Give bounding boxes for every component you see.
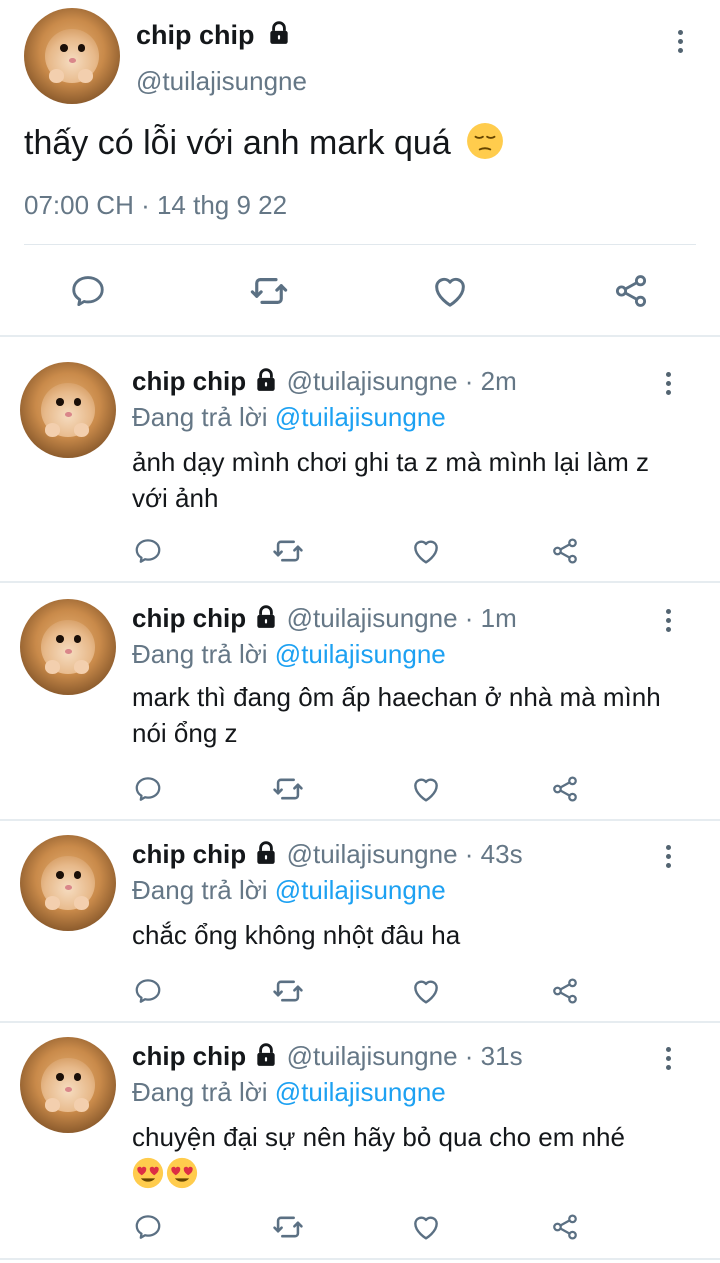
reply-icon[interactable] (69, 272, 107, 310)
mention-link[interactable]: @tuilajisungne (275, 402, 446, 432)
reply-avatar[interactable] (20, 1037, 116, 1133)
relative-time: · 43s (464, 839, 523, 869)
replying-label: Đang trả lời (132, 639, 268, 669)
reply-icon[interactable] (133, 536, 163, 566)
like-icon[interactable] (410, 975, 442, 1007)
main-tweet-text: thấy có lỗi với anh mark quá (24, 122, 504, 163)
divider (0, 1258, 720, 1260)
reply-header: chip chip @tuilajisungne · 43s (132, 839, 523, 870)
reply-avatar[interactable] (20, 599, 116, 695)
relative-time: · 31s (464, 1041, 523, 1071)
replying-to: Đang trả lời @tuilajisungne (132, 1077, 446, 1108)
reply-tweet[interactable]: chip chip @tuilajisungne · 1m Đang trả l… (0, 583, 720, 819)
lock-icon (253, 1042, 279, 1068)
more-icon[interactable] (658, 609, 678, 632)
retweet-icon[interactable] (271, 534, 305, 568)
reply-text: mark thì đang ôm ấp haechan ở nhà mà mìn… (132, 682, 661, 748)
lock-icon (253, 367, 279, 393)
replying-label: Đang trả lời (132, 875, 268, 905)
heart-eyes-icon (132, 1157, 164, 1189)
main-avatar[interactable] (24, 8, 120, 104)
mention-link[interactable]: @tuilajisungne (275, 1077, 446, 1107)
tweet-text: thấy có lỗi với anh mark quá (24, 124, 451, 162)
replying-label: Đang trả lời (132, 1077, 268, 1107)
lock-icon (266, 20, 292, 46)
retweet-icon[interactable] (271, 772, 305, 806)
reply-text: ảnh dạy mình chơi ghi ta z mà mình lại l… (132, 447, 650, 513)
divider (24, 244, 696, 245)
reply-header: chip chip @tuilajisungne · 2m (132, 366, 517, 397)
reply-icon[interactable] (133, 976, 163, 1006)
reply-header: chip chip @tuilajisungne · 1m (132, 603, 517, 634)
heart-eyes-icon (166, 1157, 198, 1189)
retweet-icon[interactable] (248, 270, 290, 312)
main-author-name[interactable]: chip chip (136, 20, 292, 51)
reply-tweet[interactable]: chip chip @tuilajisungne · 43s Đang trả … (0, 821, 720, 1021)
handle[interactable]: @tuilajisungne (287, 1041, 458, 1071)
like-icon[interactable] (410, 773, 442, 805)
display-name[interactable]: chip chip (132, 1041, 246, 1071)
mention-link[interactable]: @tuilajisungne (275, 639, 446, 669)
reply-text-content: chuyện đại sự nên hãy bỏ qua cho em nhé (132, 1122, 625, 1152)
mention-link[interactable]: @tuilajisungne (275, 875, 446, 905)
handle[interactable]: @tuilajisungne (287, 366, 458, 396)
like-icon[interactable] (410, 535, 442, 567)
lock-icon (253, 604, 279, 630)
share-icon[interactable] (612, 272, 650, 310)
handle[interactable]: @tuilajisungne (287, 603, 458, 633)
reply-avatar[interactable] (20, 835, 116, 931)
reply-icon[interactable] (133, 774, 163, 804)
pensive-face-icon (466, 122, 504, 160)
share-icon[interactable] (550, 536, 580, 566)
main-author-handle[interactable]: @tuilajisungne (136, 66, 307, 97)
heart-eyes-emoji (132, 1157, 692, 1193)
reply-icon[interactable] (133, 1212, 163, 1242)
lock-icon (253, 840, 279, 866)
reply-tweet[interactable]: chip chip @tuilajisungne · 2m Đang trả l… (0, 336, 720, 582)
display-name[interactable]: chip chip (132, 839, 246, 869)
main-tweet-timestamp[interactable]: 07:00 CH · 14 thg 9 22 (24, 190, 287, 221)
share-icon[interactable] (550, 1212, 580, 1242)
replying-to: Đang trả lời @tuilajisungne (132, 875, 446, 906)
more-icon[interactable] (658, 845, 678, 868)
more-icon[interactable] (658, 372, 678, 395)
replying-to: Đang trả lời @tuilajisungne (132, 402, 446, 433)
reply-tweet[interactable]: chip chip @tuilajisungne · 31s Đang trả … (0, 1023, 720, 1259)
like-icon[interactable] (410, 1211, 442, 1243)
share-icon[interactable] (550, 976, 580, 1006)
handle[interactable]: @tuilajisungne (287, 839, 458, 869)
reply-avatar[interactable] (20, 362, 116, 458)
display-name: chip chip (136, 20, 255, 50)
relative-time: · 2m (464, 366, 517, 396)
display-name[interactable]: chip chip (132, 603, 246, 633)
replying-label: Đang trả lời (132, 402, 268, 432)
more-icon[interactable] (670, 30, 690, 53)
retweet-icon[interactable] (271, 974, 305, 1008)
replying-to: Đang trả lời @tuilajisungne (132, 639, 446, 670)
reply-text: chắc ổng không nhột đâu ha (132, 920, 461, 950)
like-icon[interactable] (430, 271, 470, 311)
reply-header: chip chip @tuilajisungne · 31s (132, 1041, 523, 1072)
retweet-icon[interactable] (271, 1210, 305, 1244)
more-icon[interactable] (658, 1047, 678, 1070)
share-icon[interactable] (550, 774, 580, 804)
relative-time: · 1m (464, 603, 517, 633)
display-name[interactable]: chip chip (132, 366, 246, 396)
reply-text: chuyện đại sự nên hãy bỏ qua cho em nhé (132, 1119, 692, 1193)
